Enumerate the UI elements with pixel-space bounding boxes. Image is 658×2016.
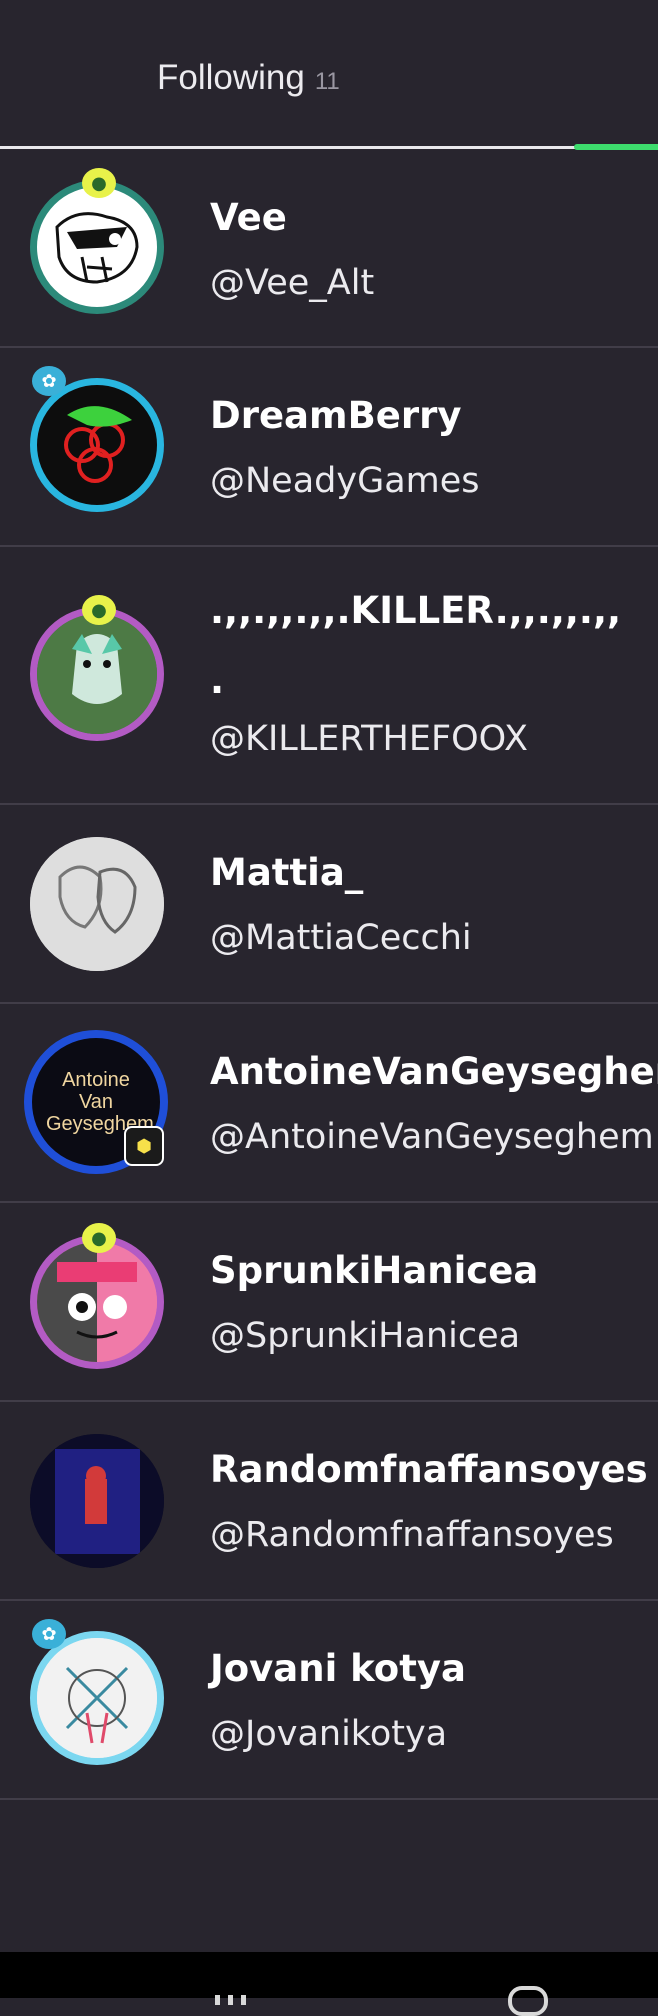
handle: @NeadyGames	[210, 461, 480, 501]
mushroom-badge-icon: ✿	[32, 1619, 66, 1649]
handle: @AntoineVanGeyseghem	[210, 1117, 654, 1157]
handle: @MattiaCecchi	[210, 918, 472, 958]
handle: @KILLERTHEFOOX	[210, 719, 528, 759]
avatar[interactable]	[30, 1631, 164, 1765]
avatar-image	[55, 212, 139, 284]
avatar[interactable]	[30, 837, 164, 971]
following-list: ● Vee @Vee_Alt ✿ DreamBerry @NeadyGames	[0, 150, 658, 1800]
user-names: AntoineVanGeyseghem @AntoineVanGeyseghem	[210, 1048, 658, 1161]
user-names: .,,.,,.,,.KILLER.,,.,,.,, . @KILLERTHEFO…	[210, 587, 621, 763]
user-names: Mattia_ @MattiaCecchi	[210, 849, 472, 962]
tab-following-label: Following	[157, 58, 305, 97]
header-divider	[0, 146, 658, 149]
frog-badge-icon: ●	[82, 168, 116, 198]
list-item[interactable]: Antoine Van Geyseghem ⬢ AntoineVanGeyseg…	[0, 1004, 658, 1203]
user-names: SprunkiHanicea @SprunkiHanicea	[210, 1247, 538, 1360]
avatar-image	[64, 406, 132, 483]
recents-icon[interactable]	[215, 1990, 257, 2005]
display-name: Jovani kotya	[210, 1647, 466, 1690]
list-item[interactable]: ● Vee @Vee_Alt	[0, 150, 658, 348]
list-item[interactable]: Mattia_ @MattiaCecchi	[0, 805, 658, 1004]
display-name: DreamBerry	[210, 394, 462, 437]
mushroom-badge-icon: ✿	[32, 366, 66, 396]
list-item[interactable]: ✿ Jovani kotya @Jovanikotya	[0, 1601, 658, 1800]
user-names: Vee @Vee_Alt	[210, 194, 374, 307]
header: Following 11	[0, 0, 658, 150]
handle: @Jovanikotya	[210, 1714, 448, 1754]
user-names: DreamBerry @NeadyGames	[210, 392, 480, 505]
frog-badge-icon: ●	[82, 1223, 116, 1253]
display-name: Mattia_	[210, 851, 364, 894]
user-names: Randomfnaffansoyes @Randomfnaffansoyes	[210, 1446, 648, 1559]
list-item[interactable]: Randomfnaffansoyes @Randomfnaffansoyes	[0, 1402, 658, 1601]
display-name: Randomfnaffansoyes	[210, 1448, 648, 1491]
avatar[interactable]	[30, 1434, 164, 1568]
system-navigation-bar	[0, 1952, 658, 2016]
handle: @Vee_Alt	[210, 263, 375, 303]
display-name: .,,.,,.,,.KILLER.,,.,,.,,	[210, 589, 622, 632]
display-name-continued: .	[210, 659, 225, 702]
avatar-image	[30, 837, 164, 971]
list-item[interactable]: ● .,,.,,.,,.KILLER.,,.,,.,, . @KILLERTHE…	[0, 547, 658, 805]
display-name: Vee	[210, 196, 287, 239]
hexagon-badge-icon: ⬢	[124, 1126, 164, 1166]
frog-badge-icon: ●	[82, 595, 116, 625]
user-names: Jovani kotya @Jovanikotya	[210, 1645, 466, 1758]
avatar[interactable]	[30, 607, 164, 741]
avatar-image	[37, 1638, 157, 1758]
list-item[interactable]: ✿ DreamBerry @NeadyGames	[0, 348, 658, 547]
display-name: SprunkiHanicea	[210, 1249, 539, 1292]
following-count: 11	[314, 68, 340, 95]
handle: @SprunkiHanicea	[210, 1316, 521, 1356]
avatar[interactable]	[30, 1235, 164, 1369]
avatar-image	[37, 1242, 157, 1362]
handle: @Randomfnaffansoyes	[210, 1515, 614, 1555]
avatar-image	[30, 1434, 164, 1568]
avatar-image	[37, 614, 157, 734]
tab-following[interactable]: Following 11	[157, 58, 340, 98]
home-icon[interactable]	[508, 1986, 548, 2016]
avatar[interactable]	[30, 378, 164, 512]
avatar[interactable]	[30, 180, 164, 314]
display-name: AntoineVanGeyseghem	[210, 1050, 658, 1093]
list-item[interactable]: ● SprunkiHanicea @SprunkiHanicea	[0, 1203, 658, 1402]
